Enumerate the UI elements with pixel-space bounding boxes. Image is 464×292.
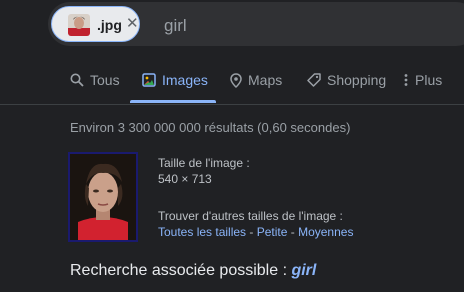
- chip-thumbnail-image: [68, 14, 90, 36]
- image-size-value: 540 × 713: [158, 172, 212, 186]
- tab-label: Images: [162, 72, 208, 88]
- query-image-thumbnail[interactable]: [68, 152, 138, 242]
- tab-all[interactable]: Tous: [70, 72, 120, 104]
- tab-maps[interactable]: Maps: [230, 72, 282, 104]
- active-tab-indicator: [130, 100, 216, 103]
- related-search-label: Recherche associée possible :: [70, 262, 292, 279]
- size-link-medium[interactable]: Moyennes: [298, 225, 353, 239]
- more-vertical-icon: [404, 74, 408, 86]
- size-link-small[interactable]: Petite: [257, 225, 288, 239]
- related-search-link[interactable]: girl: [291, 262, 316, 279]
- search-icon: [70, 73, 84, 87]
- image-size-label: Taille de l'image :: [158, 156, 250, 170]
- size-links: Toutes les tailles - Petite - Moyennes: [158, 225, 353, 239]
- result-stats: Environ 3 300 000 000 résultats (0,60 se…: [70, 120, 351, 135]
- link-separator: -: [246, 225, 257, 239]
- images-icon: [142, 73, 156, 87]
- link-separator: -: [287, 225, 299, 239]
- tab-label: Tous: [90, 72, 120, 88]
- search-box[interactable]: .jpg ✕: [48, 2, 464, 46]
- tab-label: Shopping: [327, 72, 387, 88]
- related-search: Recherche associée possible : girl: [70, 262, 316, 280]
- chip-filename: .jpg: [97, 17, 122, 33]
- tab-more[interactable]: Plus: [403, 72, 442, 104]
- search-tabs: Tous Images Maps Shopping Plus: [0, 62, 464, 105]
- tag-icon: [307, 73, 321, 87]
- size-link-all[interactable]: Toutes les tailles: [158, 225, 246, 239]
- tab-shopping[interactable]: Shopping: [307, 72, 386, 104]
- top-bar: .jpg ✕: [0, 0, 464, 50]
- map-pin-icon: [230, 73, 242, 88]
- image-search-chip[interactable]: .jpg ✕: [51, 6, 140, 42]
- tab-label: Maps: [248, 72, 283, 88]
- other-sizes-label: Trouver d'autres tailles de l'image :: [158, 209, 343, 223]
- search-input[interactable]: [162, 14, 464, 38]
- tab-label: Plus: [415, 72, 443, 88]
- close-icon[interactable]: ✕: [126, 14, 139, 32]
